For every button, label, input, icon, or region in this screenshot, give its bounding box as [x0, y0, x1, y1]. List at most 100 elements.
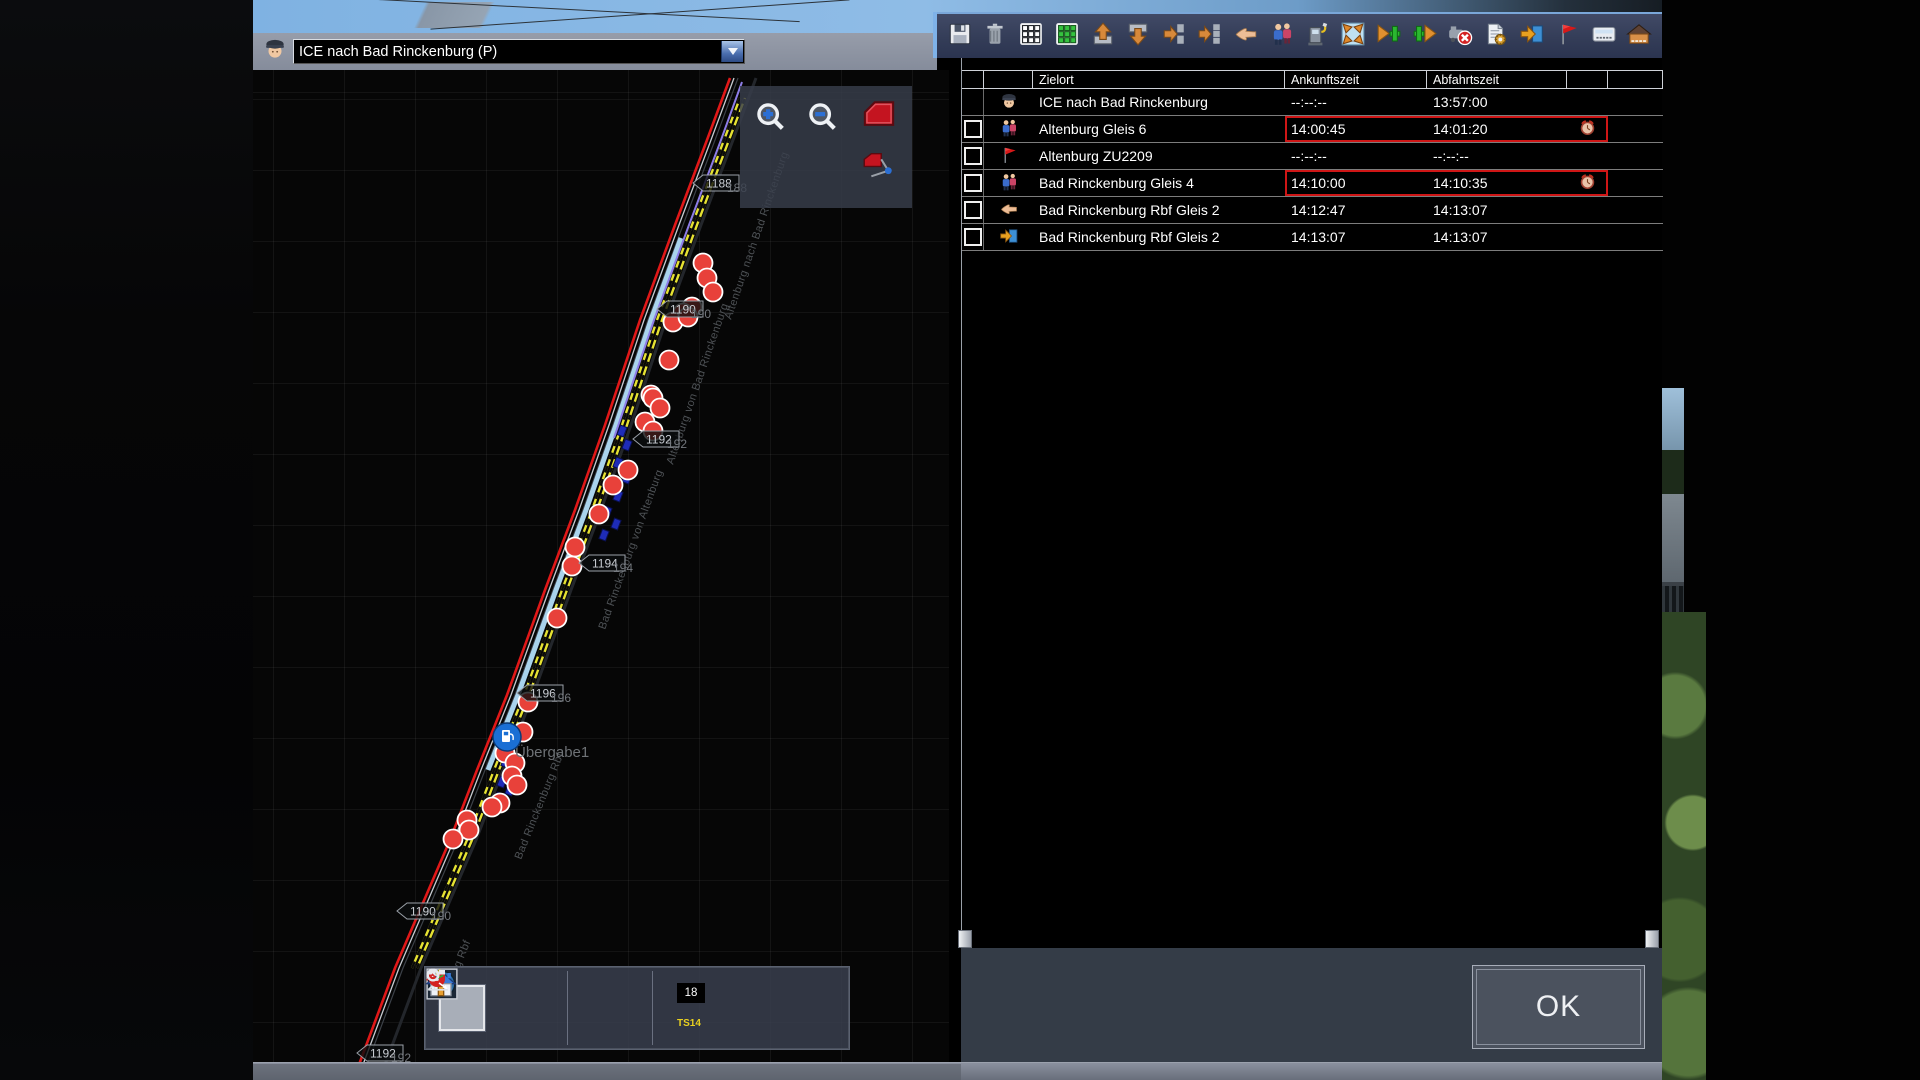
dropdown-arrow-button[interactable] — [721, 41, 743, 62]
point-hand-toolbar-button[interactable] — [1232, 23, 1259, 50]
scale-view-button[interactable] — [427, 969, 565, 1029]
move-up-toolbar-button[interactable] — [1089, 21, 1116, 52]
insert-before-toolbar-button[interactable] — [1196, 23, 1223, 50]
save-icon — [947, 21, 973, 52]
signal-marker — [649, 397, 671, 419]
grid-white-toolbar-button[interactable] — [1018, 22, 1045, 50]
grid-size-value[interactable]: 18 — [677, 983, 705, 1003]
insert-after-toolbar-button[interactable] — [1161, 23, 1188, 50]
zoom-in-button[interactable] — [754, 100, 788, 134]
svg-text:192: 192 — [667, 437, 687, 451]
wagon-marker — [598, 528, 610, 542]
schedule-settings-toolbar-button[interactable] — [1483, 23, 1510, 50]
zielort-cell: ICE nach Bad Rinckenburg — [1039, 94, 1208, 110]
col-header-ankunftszeit[interactable]: Ankunftszeit — [1285, 71, 1427, 88]
depot-toolbar-button[interactable] — [1626, 23, 1653, 50]
enter-depot-toolbar-button[interactable] — [1519, 23, 1546, 50]
fuel-point-marker — [492, 722, 522, 752]
home-view-button[interactable] — [425, 970, 650, 1029]
globe-view-button[interactable] — [426, 968, 610, 1029]
row-checkbox-cell — [962, 89, 984, 115]
row-checkbox[interactable] — [963, 174, 982, 192]
passengers-icon — [1269, 21, 1295, 52]
zoom-out-button[interactable] — [806, 100, 840, 134]
abfahrtszeit-cell: 14:01:20 — [1433, 121, 1488, 137]
col-header-blank[interactable] — [1608, 71, 1663, 88]
keypad-toolbar-button[interactable] — [1590, 23, 1617, 50]
passengers-icon — [999, 118, 1019, 141]
ok-button[interactable]: OK — [1472, 965, 1645, 1049]
table-row[interactable]: Bad Rinckenburg Rbf Gleis 2 14:12:47 14:… — [962, 197, 1663, 224]
row-checkbox-cell — [962, 170, 984, 196]
row-type-icon — [984, 116, 1033, 142]
abfahrtszeit-cell: 14:13:07 — [1433, 202, 1488, 218]
passengers-toolbar-button[interactable] — [1268, 21, 1295, 52]
zielort-cell: Bad Rinckenburg Rbf Gleis 2 — [1039, 229, 1220, 245]
map-controls-bar: 30° 18 TS14 — [424, 966, 850, 1050]
ts-label: TS14 — [677, 1017, 701, 1029]
abfahrtszeit-cell: 14:10:35 — [1433, 175, 1488, 191]
flag-icon — [1555, 21, 1581, 52]
insert-before-icon — [1197, 21, 1223, 52]
zielort-cell: Bad Rinckenburg Rbf Gleis 2 — [1039, 202, 1220, 218]
hscroll-right-button[interactable] — [1645, 930, 1659, 948]
refuel-toolbar-button[interactable] — [1304, 22, 1331, 50]
point-hand-icon — [999, 199, 1019, 222]
spare-cell — [1608, 170, 1663, 196]
delete-toolbar-button[interactable] — [982, 23, 1009, 50]
scene-right-backdrop — [1662, 0, 1920, 1080]
abfahrtszeit-cell: 13:57:00 — [1433, 94, 1488, 110]
row-type-icon — [984, 170, 1033, 196]
row-checkbox[interactable] — [963, 120, 982, 138]
col-header-blank[interactable] — [1567, 71, 1608, 88]
wagon-marker — [621, 438, 633, 452]
row-checkbox-cell — [962, 224, 984, 250]
col-header-blank[interactable] — [962, 71, 984, 88]
table-row[interactable]: ICE nach Bad Rinckenburg --:--:-- 13:57:… — [962, 89, 1663, 116]
spare-cell — [1608, 89, 1663, 115]
hscroll-left-button[interactable] — [958, 930, 972, 948]
clock-cell — [1567, 197, 1608, 223]
col-header-abfahrtszeit[interactable]: Abfahrtszeit — [1427, 71, 1567, 88]
row-type-icon — [984, 89, 1033, 115]
remove-loco-toolbar-button[interactable] — [1447, 23, 1474, 50]
table-row[interactable]: Bad Rinckenburg Gleis 4 14:10:00 14:10:3… — [962, 170, 1663, 197]
signal-marker — [602, 474, 624, 496]
clock-cell — [1567, 170, 1608, 196]
move-up-icon — [1090, 21, 1116, 52]
row-checkbox[interactable] — [963, 201, 982, 219]
scene-wall — [1662, 494, 1684, 586]
flag-toolbar-button[interactable] — [1554, 23, 1581, 50]
zielort-cell: Bad Rinckenburg Gleis 4 — [1039, 175, 1194, 191]
cab-small-button[interactable] — [860, 148, 894, 182]
clock-cell — [1567, 116, 1608, 142]
table-row[interactable]: Bad Rinckenburg Rbf Gleis 2 14:13:07 14:… — [962, 224, 1663, 251]
clock-icon[interactable] — [1578, 118, 1597, 140]
scene-left-backdrop — [0, 0, 253, 1080]
signal-marker — [481, 796, 503, 818]
clock-cell — [1567, 224, 1608, 250]
move-down-toolbar-button[interactable] — [1125, 23, 1152, 50]
route-dropdown[interactable]: ICE nach Bad Rinckenburg (P) — [293, 39, 745, 64]
clock-icon[interactable] — [1578, 172, 1597, 194]
rotate-view-button[interactable] — [428, 969, 525, 1029]
table-row[interactable]: Altenburg Gleis 6 14:00:45 14:01:20 — [962, 116, 1663, 143]
col-header-zielort[interactable]: Zielort — [1033, 71, 1285, 88]
row-checkbox[interactable] — [963, 228, 982, 246]
track-map[interactable]: Altenburg nach Bad Rinckenburg Altenburg … — [253, 70, 949, 1071]
col-header-blank[interactable] — [984, 71, 1033, 88]
save-toolbar-button[interactable] — [946, 23, 973, 50]
add-waypoint-alt-toolbar-button[interactable] — [1411, 23, 1438, 50]
cab-large-button[interactable] — [862, 98, 896, 132]
row-checkbox[interactable] — [963, 147, 982, 165]
add-waypoint-toolbar-button[interactable] — [1375, 23, 1402, 50]
table-row[interactable]: Altenburg ZU2209 --:--:-- --:--:-- — [962, 143, 1663, 170]
svg-text:196: 196 — [551, 691, 571, 705]
abfahrtszeit-cell: --:--:-- — [1433, 148, 1469, 164]
clock-cell — [1567, 143, 1608, 169]
track-id-tag: 1194194 — [578, 554, 633, 575]
expand-toolbar-button[interactable] — [1340, 22, 1367, 50]
enter-depot-icon — [999, 226, 1019, 249]
driver-icon — [999, 91, 1019, 114]
grid-green-toolbar-button[interactable] — [1053, 22, 1080, 50]
